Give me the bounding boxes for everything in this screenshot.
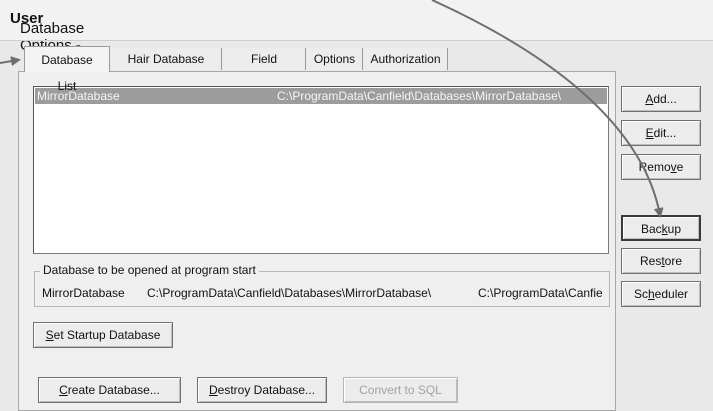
create-database-button[interactable]: Create Database... <box>38 377 181 403</box>
list-item-path: C:\ProgramData\Canfield\Databases\Mirror… <box>277 89 562 103</box>
backup-button[interactable]: Backup <box>621 215 701 241</box>
list-item-name: MirrorDatabase <box>37 89 120 103</box>
scheduler-button[interactable]: Scheduler <box>621 281 701 307</box>
tab-field-formats[interactable]: Field Formats <box>223 48 306 88</box>
destroy-database-button[interactable]: Destroy Database... <box>197 377 327 403</box>
restore-button[interactable]: Restore <box>621 248 701 274</box>
tab-hair-database-list[interactable]: Hair Database List <box>111 48 222 88</box>
window-title: Database Options - User <box>10 10 84 54</box>
database-listbox[interactable]: MirrorDatabase C:\ProgramData\Canfield\D… <box>33 86 609 254</box>
set-startup-database-button[interactable]: Set Startup Database <box>33 322 173 348</box>
startup-database-name: MirrorDatabase <box>42 286 125 300</box>
tab-annotation-arrow <box>0 56 21 67</box>
startup-group-legend: Database to be opened at program start <box>40 263 259 277</box>
add-button[interactable]: Add... <box>621 86 701 112</box>
startup-database-path-2: C:\ProgramData\Canfie <box>478 286 603 300</box>
convert-to-sql-button: Convert to SQL <box>343 377 458 403</box>
list-item[interactable]: MirrorDatabase C:\ProgramData\Canfield\D… <box>35 88 607 104</box>
startup-database-path: C:\ProgramData\Canfield\Databases\Mirror… <box>147 286 432 300</box>
window-titlebar: Database Options - User <box>0 0 713 54</box>
tab-options[interactable]: Options <box>307 48 363 70</box>
edit-button[interactable]: Edit... <box>621 120 701 146</box>
remove-button[interactable]: Remove <box>621 154 701 180</box>
tab-authorization[interactable]: Authorization <box>364 48 448 70</box>
title-divider <box>0 40 713 41</box>
tab-database-list[interactable]: Database List <box>24 46 110 93</box>
